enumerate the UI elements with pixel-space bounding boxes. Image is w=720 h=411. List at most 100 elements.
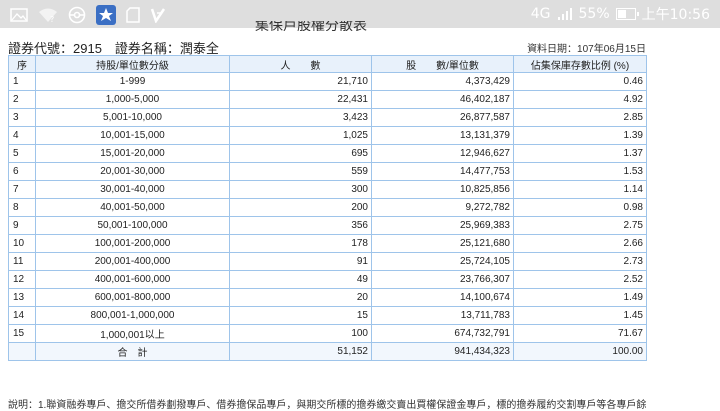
row-percent: 2.73 xyxy=(513,252,647,271)
row-shares: 9,272,782 xyxy=(371,198,514,217)
total-row: 合 計 51,152 941,434,323 100.00 xyxy=(8,342,647,361)
row-level: 400,001-600,000 xyxy=(35,270,230,289)
row-people: 15 xyxy=(229,306,372,325)
svg-text:?: ? xyxy=(50,15,54,23)
row-shares: 26,877,587 xyxy=(371,108,514,127)
row-index: 15 xyxy=(8,324,36,343)
row-shares: 14,100,674 xyxy=(371,288,514,307)
row-percent: 1.53 xyxy=(513,162,647,181)
row-index: 10 xyxy=(8,234,36,253)
row-people: 20 xyxy=(229,288,372,307)
table-row: 6 20,001-30,000 559 14,477,753 1.53 xyxy=(8,162,647,181)
pokeball-icon xyxy=(68,6,86,24)
signal-icon xyxy=(557,8,572,20)
row-percent: 2.85 xyxy=(513,108,647,127)
row-percent: 1.45 xyxy=(513,306,647,325)
header-people: 人 數 xyxy=(229,55,372,73)
row-index: 2 xyxy=(8,90,36,109)
row-people: 356 xyxy=(229,216,372,235)
table-row: 14 800,001-1,000,000 15 13,711,783 1.45 xyxy=(8,306,647,325)
header-shares: 股 數/單位數 xyxy=(371,55,514,73)
image-icon xyxy=(10,8,28,22)
row-shares: 10,825,856 xyxy=(371,180,514,199)
data-date: 資料日期：107年06月15日 xyxy=(527,44,646,55)
row-shares: 12,946,627 xyxy=(371,144,514,163)
row-level: 200,001-400,000 xyxy=(35,252,230,271)
row-percent: 71.67 xyxy=(513,324,647,343)
row-index: 4 xyxy=(8,126,36,145)
table-row: 5 15,001-20,000 695 12,946,627 1.37 xyxy=(8,144,647,163)
info-row: 證券代號：2915 證券名稱：潤泰全 資料日期：107年06月15日 xyxy=(8,38,646,56)
table-row: 8 40,001-50,000 200 9,272,782 0.98 xyxy=(8,198,647,217)
row-level: 20,001-30,000 xyxy=(35,162,230,181)
total-people: 51,152 xyxy=(229,342,372,361)
table-row: 12 400,001-600,000 49 23,766,307 2.52 xyxy=(8,270,647,289)
table-row: 10 100,001-200,000 178 25,121,680 2.66 xyxy=(8,234,647,253)
app-icon xyxy=(96,5,116,25)
network-type: 4G xyxy=(530,6,551,22)
row-index: 7 xyxy=(8,180,36,199)
row-percent: 0.98 xyxy=(513,198,647,217)
table-row: 2 1,000-5,000 22,431 46,402,187 4.92 xyxy=(8,90,647,109)
row-people: 3,423 xyxy=(229,108,372,127)
battery-percent: 55% xyxy=(578,6,610,22)
total-label: 合 計 xyxy=(35,342,230,361)
row-shares: 46,402,187 xyxy=(371,90,514,109)
table-row: 1 1-999 21,710 4,373,429 0.46 xyxy=(8,72,647,91)
row-shares: 13,711,783 xyxy=(371,306,514,325)
row-people: 1,025 xyxy=(229,126,372,145)
table-row: 7 30,001-40,000 300 10,825,856 1.14 xyxy=(8,180,647,199)
row-level: 800,001-1,000,000 xyxy=(35,306,230,325)
row-people: 21,710 xyxy=(229,72,372,91)
header-index: 序 xyxy=(8,55,36,73)
row-index: 6 xyxy=(8,162,36,181)
total-percent: 100.00 xyxy=(513,342,647,361)
row-level: 50,001-100,000 xyxy=(35,216,230,235)
table-row: 3 5,001-10,000 3,423 26,877,587 2.85 xyxy=(8,108,647,127)
v-check-icon xyxy=(150,8,166,23)
row-people: 695 xyxy=(229,144,372,163)
row-people: 178 xyxy=(229,234,372,253)
row-shares: 25,121,680 xyxy=(371,234,514,253)
table-row: 13 600,001-800,000 20 14,100,674 1.49 xyxy=(8,288,647,307)
table-row: 15 1,000,001以上 100 674,732,791 71.67 xyxy=(8,324,647,343)
sim-icon xyxy=(126,7,140,23)
row-index: 3 xyxy=(8,108,36,127)
row-shares: 14,477,753 xyxy=(371,162,514,181)
row-people: 559 xyxy=(229,162,372,181)
battery-icon xyxy=(615,8,639,20)
total-index xyxy=(8,342,36,361)
row-index: 9 xyxy=(8,216,36,235)
row-level: 100,001-200,000 xyxy=(35,234,230,253)
row-level: 10,001-15,000 xyxy=(35,126,230,145)
page-title: 集保戶股權分散表 xyxy=(255,21,367,31)
row-level: 600,001-800,000 xyxy=(35,288,230,307)
row-people: 200 xyxy=(229,198,372,217)
row-people: 22,431 xyxy=(229,90,372,109)
row-percent: 2.52 xyxy=(513,270,647,289)
row-percent: 1.14 xyxy=(513,180,647,199)
status-bar-right: 4G 55% 上午10:56 xyxy=(531,4,710,24)
header-percent: 佔集保庫存數比例 (%) xyxy=(513,55,647,73)
row-shares: 25,969,383 xyxy=(371,216,514,235)
row-people: 91 xyxy=(229,252,372,271)
row-level: 1,000,001以上 xyxy=(35,324,230,343)
row-percent: 4.92 xyxy=(513,90,647,109)
row-people: 100 xyxy=(229,324,372,343)
total-shares: 941,434,323 xyxy=(371,342,514,361)
row-people: 300 xyxy=(229,180,372,199)
row-index: 11 xyxy=(8,252,36,271)
row-percent: 1.37 xyxy=(513,144,647,163)
row-level: 30,001-40,000 xyxy=(35,180,230,199)
row-level: 1,000-5,000 xyxy=(35,90,230,109)
table-row: 11 200,001-400,000 91 25,724,105 2.73 xyxy=(8,252,647,271)
row-percent: 1.49 xyxy=(513,288,647,307)
header-level: 持股/單位數分級 xyxy=(35,55,230,73)
row-level: 40,001-50,000 xyxy=(35,198,230,217)
row-shares: 25,724,105 xyxy=(371,252,514,271)
row-index: 1 xyxy=(8,72,36,91)
row-percent: 1.39 xyxy=(513,126,647,145)
distribution-table: 序 持股/單位數分級 人 數 股 數/單位數 佔集保庫存數比例 (%) 1 1-9… xyxy=(8,55,647,361)
row-shares: 674,732,791 xyxy=(371,324,514,343)
row-level: 5,001-10,000 xyxy=(35,108,230,127)
